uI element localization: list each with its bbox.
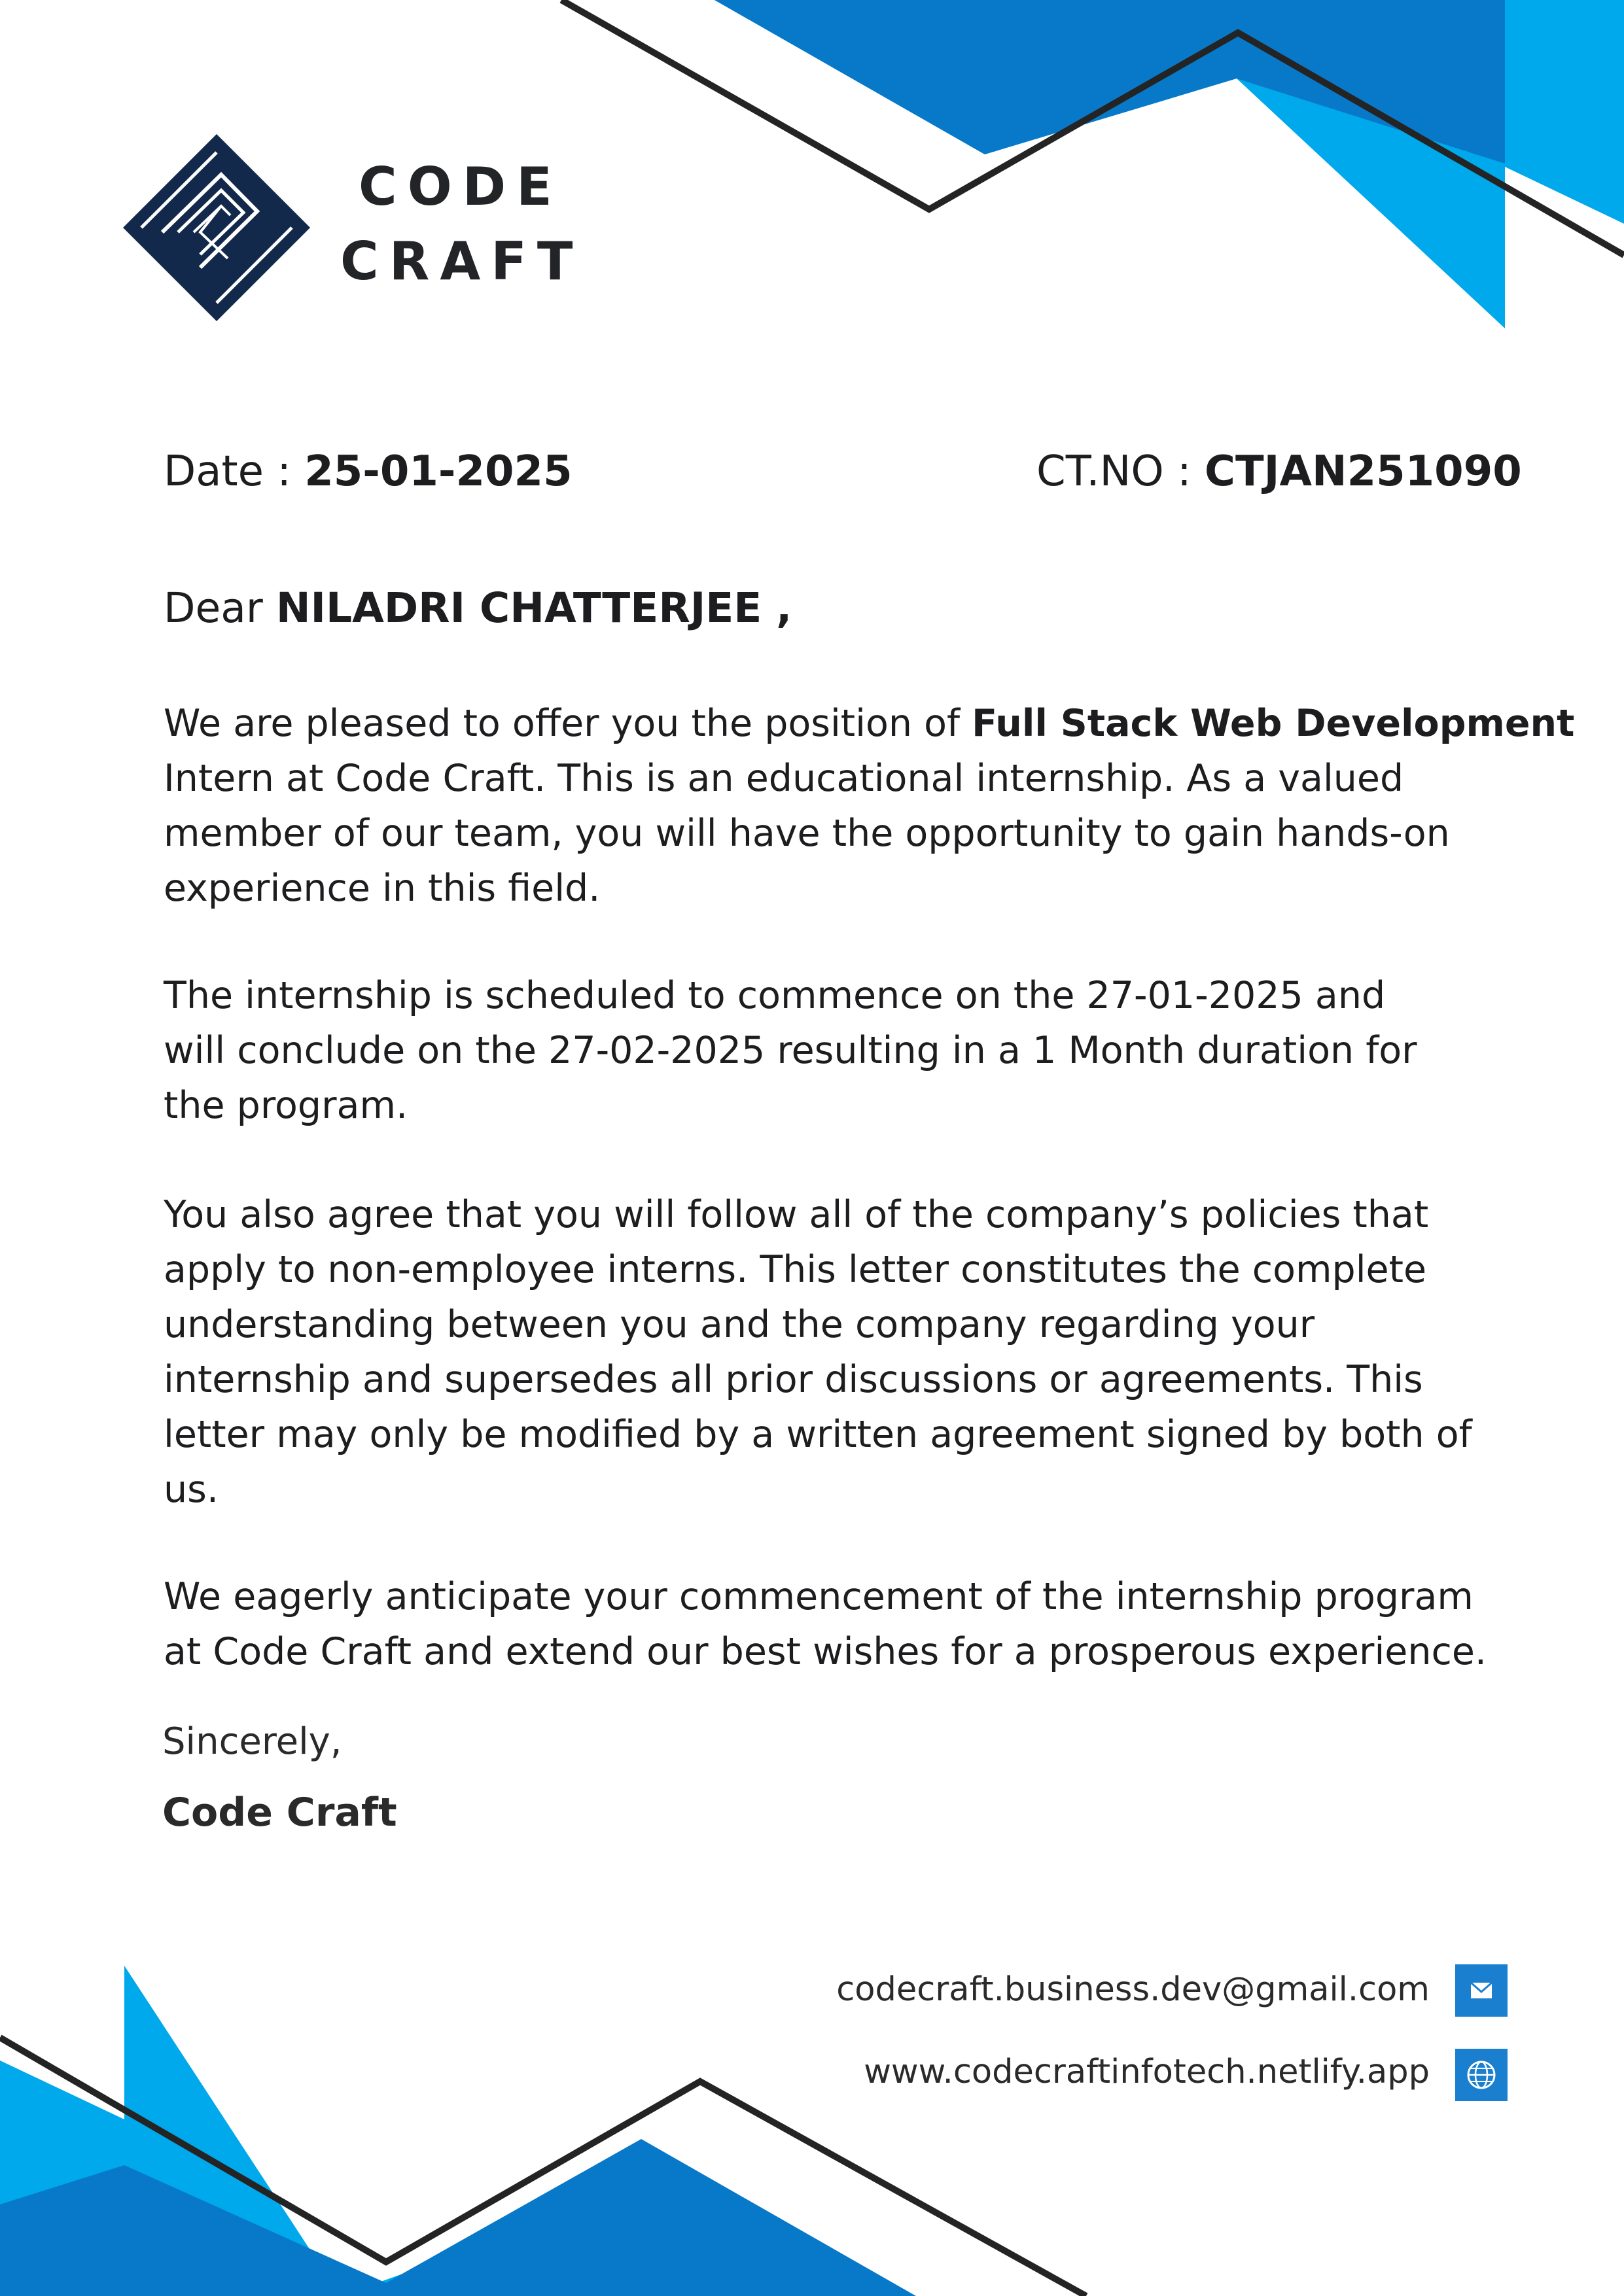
ct-label: CT.NO : [1036,447,1192,496]
salutation-prefix: Dear [164,584,263,632]
reference-number: CT.NO : CTJAN251090 [1036,447,1522,497]
code-craft-logo-icon [123,134,310,321]
ct-value: CTJAN251090 [1205,447,1522,496]
paragraph-line: letter may only be modified by a written… [164,1413,1472,1456]
paragraph-line: experience in this field. [164,867,601,910]
schedule-paragraph: The internship is scheduled to commence … [164,968,1570,1133]
paragraph-line: We eagerly anticipate your commencement … [164,1575,1474,1618]
brand-name-line-2: CRAFT [340,231,584,292]
position-title: Full Stack Web Development [972,702,1575,745]
paragraph-line: internship and supersedes all prior disc… [164,1358,1423,1401]
paragraph-line: The internship is scheduled to commence … [164,974,1386,1017]
policy-paragraph: You also agree that you will follow all … [164,1187,1570,1517]
paragraph-line: apply to non-employee interns. This lett… [164,1248,1427,1291]
page-decoration [0,0,1624,2296]
contact-email[interactable]: codecraft.business.dev@gmail.com [836,1970,1430,2009]
recipient-name: NILADRI CHATTERJEE , [275,584,792,632]
paragraph-line: will conclude on the 27-02-2025 resultin… [164,1029,1417,1072]
paragraph-line: You also agree that you will follow all … [164,1193,1429,1236]
mail-icon [1455,1964,1508,2017]
top-corner-decoration [559,0,1624,328]
date-label: Date : [164,447,291,496]
paragraph-line: member of our team, you will have the op… [164,812,1450,855]
signoff: Sincerely, [162,1720,342,1763]
offer-paragraph: We are pleased to offer you the position… [164,696,1574,916]
closing-paragraph: We eagerly anticipate your commencement … [164,1569,1570,1679]
date-value: 25-01-2025 [304,447,573,496]
offer-intro-text: We are pleased to offer you the position… [164,702,961,745]
contact-website[interactable]: www.codecraftinfotech.netlify.app [864,2053,1430,2091]
brand-name-line-1: CODE [359,156,563,217]
bottom-corner-decoration [0,1966,1088,2296]
signer-name: Code Craft [162,1790,397,1835]
paragraph-line: the program. [164,1084,408,1127]
paragraph-line: at Code Craft and extend our best wishes… [164,1630,1487,1673]
paragraph-line: Intern at Code Craft. This is an educati… [164,757,1404,800]
letter-date: Date : 25-01-2025 [164,447,573,497]
paragraph-line: We are pleased to offer you the position… [164,696,1574,751]
globe-icon [1455,2049,1508,2101]
salutation: Dear NILADRI CHATTERJEE , [164,584,792,632]
paragraph-line: us. [164,1468,219,1511]
paragraph-line: understanding between you and the compan… [164,1303,1315,1346]
